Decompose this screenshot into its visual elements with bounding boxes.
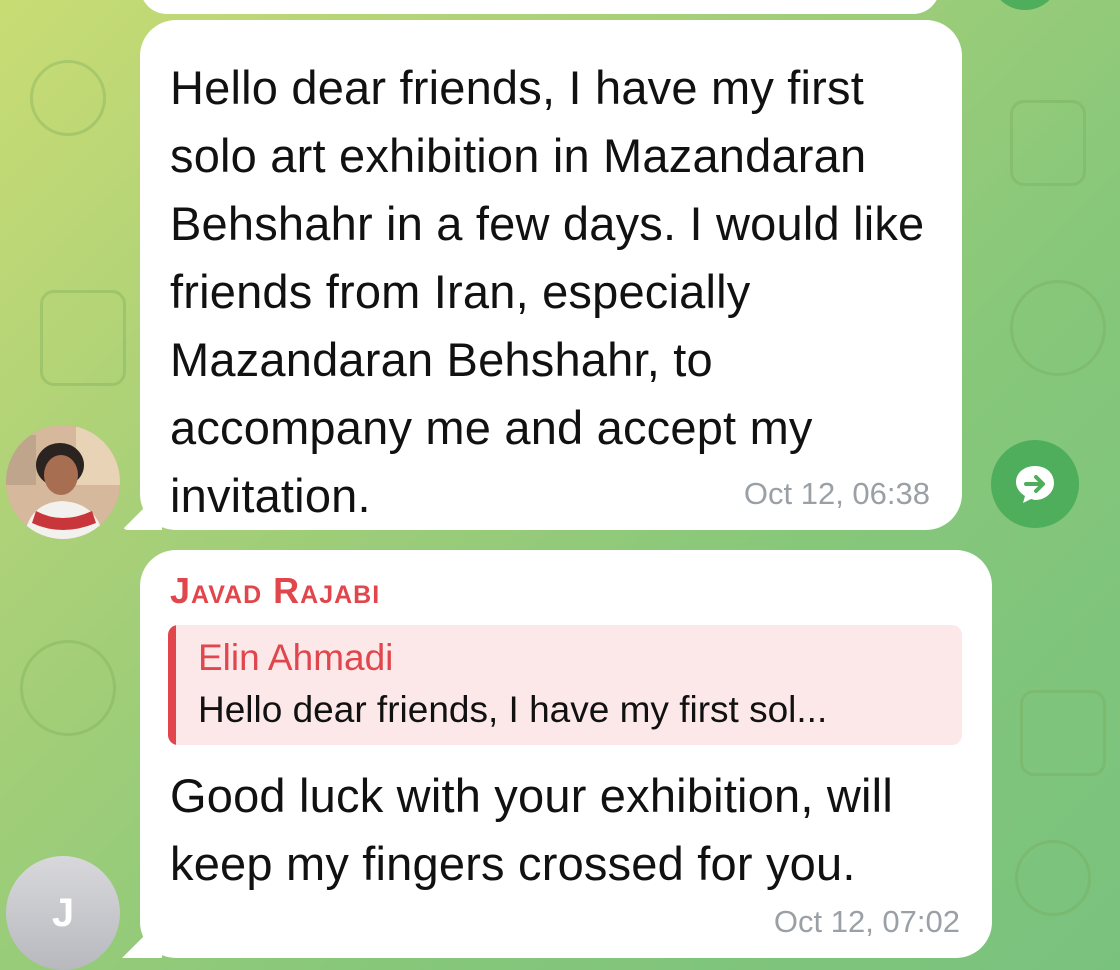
background-doodle — [20, 640, 116, 736]
share-arrow-icon — [1016, 466, 1054, 503]
reply-preview-text: Hello dear friends, I have my first sol.… — [198, 689, 828, 730]
background-doodle — [1010, 280, 1106, 376]
background-doodle — [1015, 840, 1091, 916]
previous-share-button[interactable] — [990, 0, 1060, 10]
background-doodle — [1020, 690, 1106, 776]
message-bubble[interactable]: Hello dear friends, I have my first solo… — [140, 20, 962, 530]
message-text: Good luck with your exhibition, will kee… — [170, 769, 893, 890]
background-doodle — [30, 60, 106, 136]
message-timestamp: Oct 12, 07:02 — [773, 904, 960, 939]
reply-sender-name: Elin Ahmadi — [198, 637, 394, 678]
sender-name[interactable]: Javad Rajabi — [170, 570, 380, 612]
message-timestamp: Oct 12, 06:38 — [743, 476, 930, 511]
previous-message-bubble — [140, 0, 940, 14]
reply-quote[interactable]: Elin Ahmadi Hello dear friends, I have m… — [168, 625, 962, 745]
message-bubble[interactable]: Javad Rajabi Elin Ahmadi Hello dear frie… — [140, 550, 992, 958]
share-button[interactable] — [991, 440, 1079, 528]
sender-avatar[interactable]: J — [6, 856, 120, 970]
sender-avatar[interactable] — [6, 425, 120, 539]
background-doodle — [1010, 100, 1086, 186]
message-text: Hello dear friends, I have my first solo… — [170, 61, 925, 522]
background-doodle — [40, 290, 126, 386]
avatar-photo — [6, 425, 120, 539]
reply-accent-bar — [168, 625, 176, 745]
avatar-initial: J — [51, 890, 75, 935]
